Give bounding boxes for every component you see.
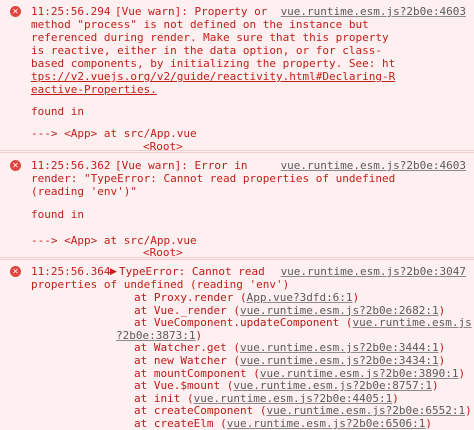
timestamp: 11:25:56.362 (31, 159, 111, 172)
console-message-2[interactable]: ✕ 11:25:56.362 [Vue warn]: Error in vue.… (0, 152, 474, 259)
stack-frame-text: ) (195, 328, 203, 342)
stack-frame-text: at Proxy.render ( (134, 291, 247, 304)
docs-link[interactable]: tps://v2.vuejs.org/v2/guide/reactivity.h… (31, 70, 395, 83)
stack-frame: ?2b0e:3873:1) (116, 329, 202, 342)
stack-frame-text: ) (438, 354, 446, 367)
stack-frame: at Vue._render (vue.runtime.esm.js?2b0e:… (134, 304, 445, 317)
message-line: is reactive, either in the data option, … (31, 44, 382, 57)
stack-frame-link[interactable]: vue.runtime.esm.js?2b0e:6552:1 (266, 404, 465, 417)
component-trace-root: <Root> (143, 246, 183, 259)
message-line: [Vue warn]: Error in (115, 159, 248, 172)
stack-frame-text: at Vue._render ( (134, 303, 240, 317)
stack-frame: at Vue.$mount (vue.runtime.esm.js?2b0e:8… (134, 379, 439, 392)
stack-frame-text: at Vue.$mount ( (134, 379, 234, 393)
message-line: render: "TypeError: Cannot read properti… (31, 172, 396, 185)
stack-frame: at init (vue.runtime.esm.js?2b0e:4405:1) (134, 392, 399, 405)
stack-frame-link[interactable]: ?2b0e:3873:1 (116, 329, 195, 342)
stack-frame: at new Watcher (vue.runtime.esm.js?2b0e:… (134, 354, 445, 367)
stack-frame: at createComponent (vue.runtime.esm.js?2… (134, 404, 472, 417)
stack-frame-text: at createElm ( (134, 417, 227, 430)
source-link[interactable]: vue.runtime.esm.js?2b0e:4603 (281, 5, 466, 18)
stack-frame-text: ) (458, 366, 466, 380)
docs-link[interactable]: eactive-Properties. (31, 83, 157, 96)
stack-frame: at Watcher.get (vue.runtime.esm.js?2b0e:… (134, 341, 445, 354)
stack-frame: at VueComponent.updateComponent (vue.run… (134, 316, 472, 329)
component-trace: ---> <App> at src/App.vue (31, 127, 197, 140)
stack-frame-text: ) (432, 379, 439, 393)
message-line: (reading 'env')" (31, 185, 137, 198)
message-line: referenced during render. Make sure that… (31, 31, 389, 44)
stack-frame: at mountComponent (vue.runtime.esm.js?2b… (134, 367, 465, 380)
stack-frame-link[interactable]: App.vue?3dfd:6:1 (247, 291, 353, 304)
timestamp: 11:25:56.294 (31, 5, 111, 18)
message-line: TypeError: Cannot read (119, 265, 265, 278)
stack-frame: at Proxy.render (App.vue?3dfd:6:1) (134, 291, 359, 304)
stack-frame-text: at createComponent ( (134, 404, 267, 418)
message-line: [Vue warn]: Property or (115, 5, 268, 18)
found-in-label: found in (31, 208, 84, 221)
found-in-label: found in (31, 105, 84, 118)
timestamp: 11:25:56.364 (31, 265, 111, 278)
console-message-1[interactable]: ✕ 11:25:56.294 [Vue warn]: Property or v… (0, 0, 474, 153)
message-line: based components, by initializing the pr… (31, 57, 396, 70)
console-message-3[interactable]: ✕ 11:25:56.364 ▶ TypeError: Cannot read … (0, 259, 474, 430)
stack-frame-text: at VueComponent.updateComponent ( (134, 316, 353, 330)
stack-frame-text: ) (465, 404, 472, 418)
stack-frame-text: at Watcher.get ( (134, 341, 240, 355)
stack-frame-text: ) (425, 417, 433, 430)
stack-frame-link[interactable]: vue.runtime.esm.js?2b0e:4405:1 (194, 392, 393, 405)
stack-frame-text: ) (438, 341, 446, 355)
error-circle-icon: ✕ (10, 160, 21, 171)
stack-frame-text: ) (438, 303, 446, 317)
stack-frame-link[interactable]: vue.runtime.esm.js?2b0e:3434:1 (240, 354, 439, 367)
stack-frame-text: ) (352, 291, 360, 304)
stack-frame-link[interactable]: vue.runtime.esm.js?2b0e:2682:1 (240, 304, 439, 317)
stack-frame-link[interactable]: vue.runtime.esm.js (353, 316, 472, 329)
error-circle-icon: ✕ (10, 6, 21, 17)
error-circle-icon: ✕ (10, 266, 21, 277)
console-panel: ✕ 11:25:56.294 [Vue warn]: Property or v… (0, 0, 474, 430)
stack-frame-text: at mountComponent ( (134, 366, 260, 380)
source-link[interactable]: vue.runtime.esm.js?2b0e:3047 (281, 265, 466, 278)
stack-frame-text: at new Watcher ( (134, 354, 240, 367)
stack-frame-text: ) (392, 391, 399, 405)
message-line: properties of undefined (reading 'env') (31, 278, 290, 291)
stack-frame: at createElm (vue.runtime.esm.js?2b0e:65… (134, 417, 432, 430)
stack-frame-link[interactable]: vue.runtime.esm.js?2b0e:3444:1 (240, 341, 439, 354)
stack-frame-link[interactable]: vue.runtime.esm.js?2b0e:3890:1 (260, 367, 459, 380)
stack-frame-link[interactable]: vue.runtime.esm.js?2b0e:6506:1 (227, 417, 426, 430)
stack-frame-link[interactable]: vue.runtime.esm.js?2b0e:8757:1 (233, 379, 432, 392)
message-line: method "process" is not defined on the i… (31, 18, 369, 31)
stack-frame-text: at init ( (134, 391, 194, 405)
source-link[interactable]: vue.runtime.esm.js?2b0e:4603 (281, 159, 466, 172)
